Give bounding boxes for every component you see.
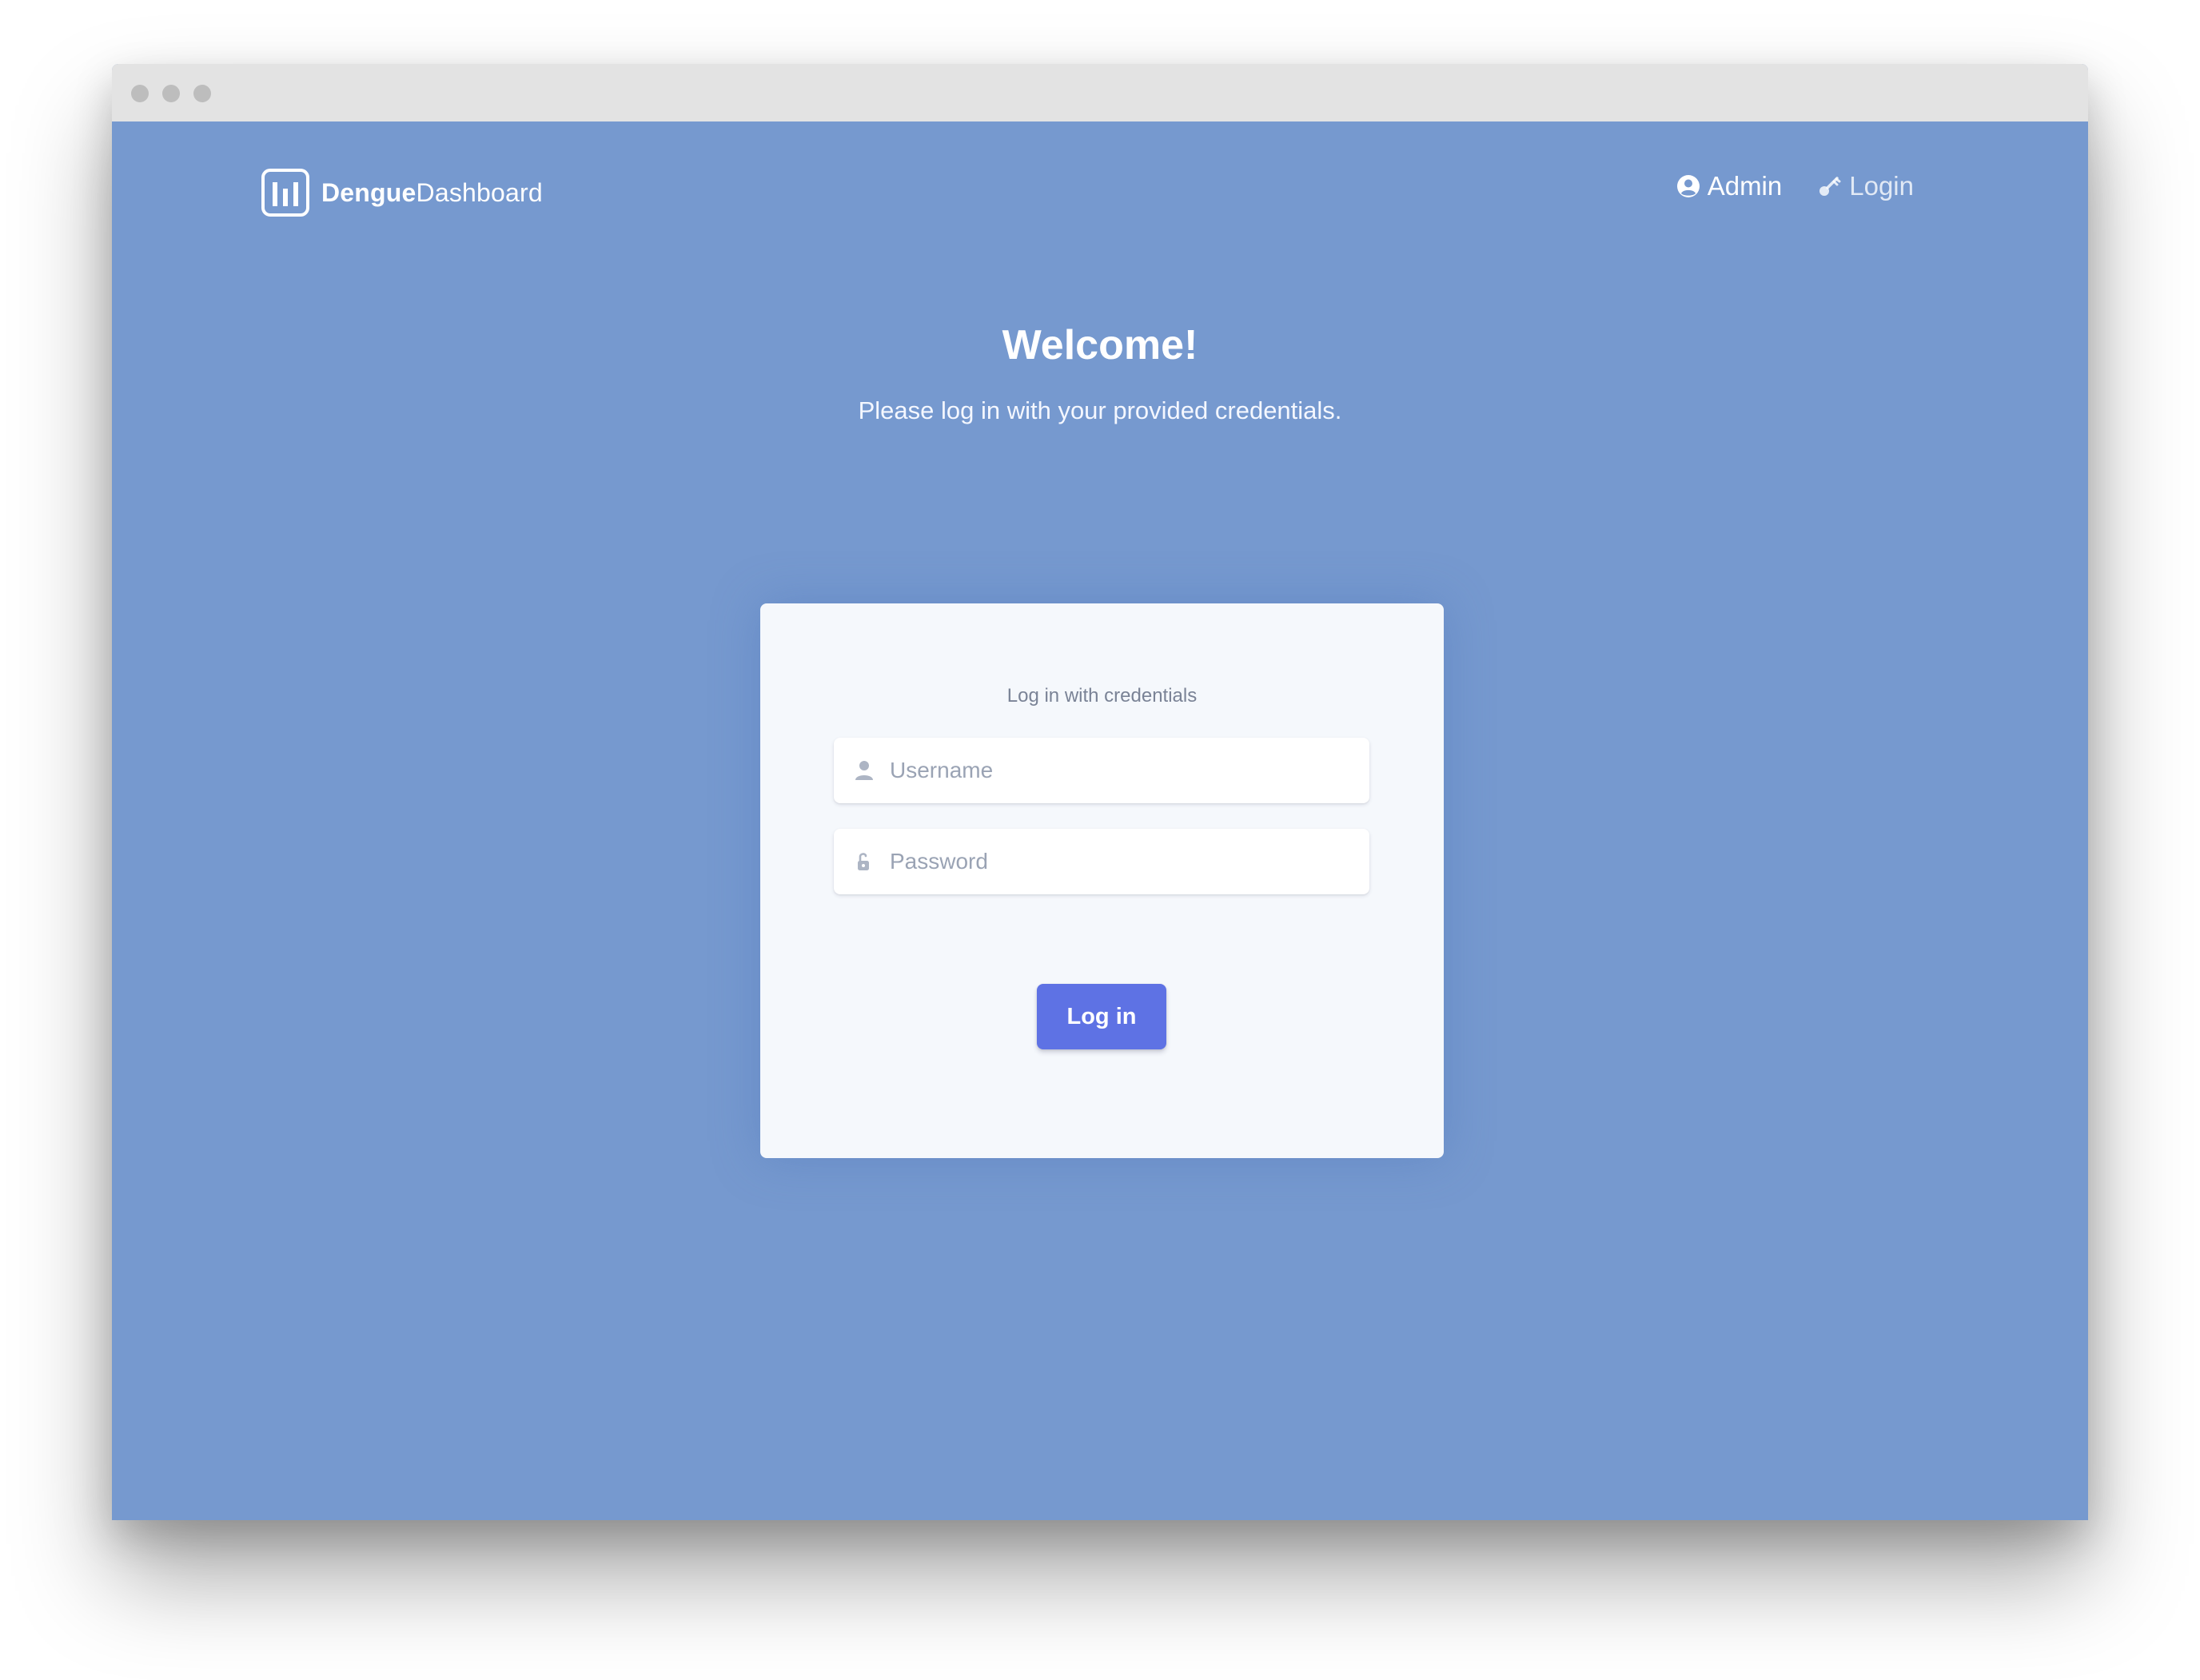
login-card-caption: Log in with credentials	[1006, 685, 1198, 707]
nav-item-login[interactable]: Login	[1817, 171, 1914, 201]
user-icon	[855, 761, 873, 780]
user-circle-icon	[1676, 175, 1700, 197]
login-button[interactable]: Log in	[1037, 984, 1166, 1049]
page-subtitle: Please log in with your provided credent…	[858, 396, 1342, 424]
brand-link[interactable]: DengueDashboard	[261, 168, 543, 217]
password-field[interactable]	[834, 829, 1369, 894]
brand-name: DengueDashboard	[321, 178, 543, 208]
window-close-dot[interactable]	[131, 85, 149, 102]
window-minimize-dot[interactable]	[162, 85, 180, 102]
password-input[interactable]	[888, 848, 1339, 875]
brand-name-strong: Dengue	[321, 177, 416, 207]
hero-section: Welcome! Please log in with your provide…	[112, 321, 2088, 425]
nav-label-admin: Admin	[1707, 171, 1783, 201]
nav-label-login: Login	[1849, 171, 1914, 201]
nav-item-admin[interactable]: Admin	[1676, 171, 1783, 201]
window-titlebar	[112, 64, 2088, 121]
username-field[interactable]	[834, 738, 1369, 803]
page-content: DengueDashboard Admin Login Welcome! Ple…	[112, 121, 2088, 1520]
login-card: Log in with credentials Log in	[760, 603, 1444, 1158]
page-title: Welcome!	[1002, 322, 1198, 368]
browser-window: DengueDashboard Admin Login Welcome! Ple…	[112, 64, 2088, 1520]
username-input[interactable]	[888, 757, 1339, 784]
top-nav: Admin Login	[1676, 171, 1914, 201]
key-icon	[1819, 177, 1841, 196]
lock-open-icon	[858, 853, 869, 870]
bar-chart-icon	[261, 169, 309, 217]
brand-name-light: Dashboard	[416, 177, 543, 207]
window-zoom-dot[interactable]	[193, 85, 211, 102]
